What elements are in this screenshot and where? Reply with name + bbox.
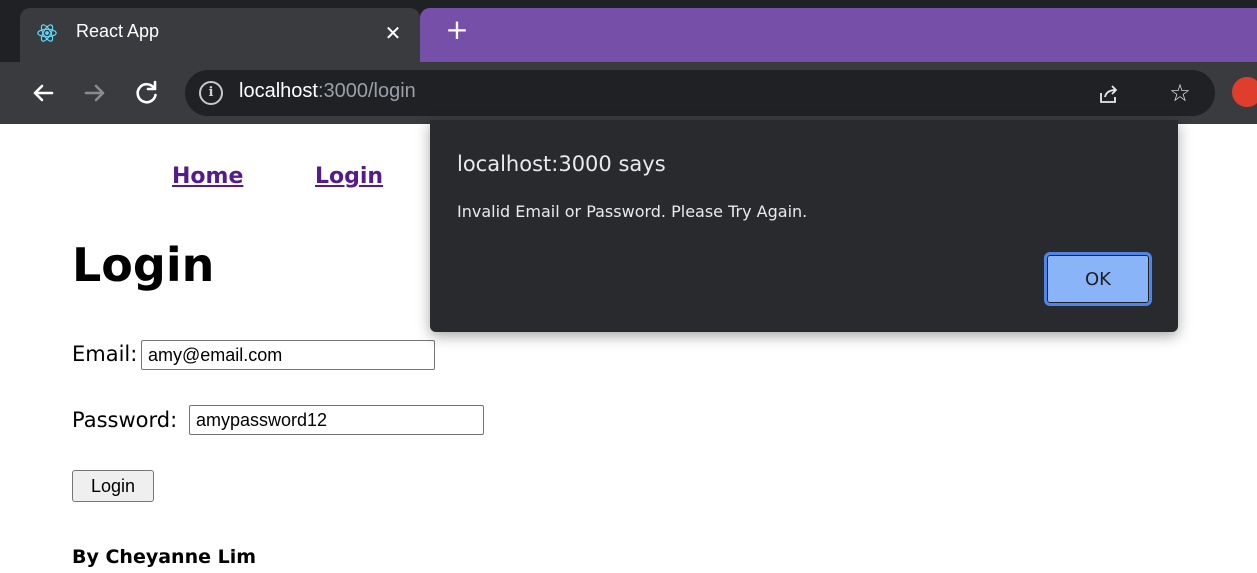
dialog-title: localhost:3000 says bbox=[457, 152, 666, 176]
arrow-right-icon bbox=[84, 84, 105, 102]
dialog-message: Invalid Email or Password. Please Try Ag… bbox=[457, 202, 808, 221]
password-label: Password: bbox=[72, 408, 178, 432]
alert-dialog: localhost:3000 says Invalid Email or Pas… bbox=[430, 120, 1178, 332]
page-title: Login bbox=[72, 238, 215, 292]
reload-button[interactable] bbox=[132, 78, 162, 108]
email-label: Email: bbox=[72, 342, 138, 366]
arrow-left-icon bbox=[33, 84, 54, 102]
tab-strip-accent bbox=[420, 8, 1257, 62]
share-icon[interactable] bbox=[1097, 82, 1121, 106]
nav-link-home[interactable]: Home bbox=[172, 164, 243, 189]
extension-icon[interactable] bbox=[1232, 77, 1257, 107]
url-path: :3000/login bbox=[317, 80, 416, 102]
tab-strip: React App ✕ + bbox=[0, 0, 1257, 62]
email-field[interactable] bbox=[141, 340, 435, 370]
site-info-icon[interactable]: i bbox=[199, 81, 223, 105]
nav-link-login[interactable]: Login bbox=[315, 164, 383, 189]
ok-button[interactable]: OK bbox=[1044, 252, 1152, 306]
forward-button[interactable] bbox=[80, 78, 110, 108]
reload-icon bbox=[136, 80, 157, 104]
browser-tab[interactable]: React App ✕ bbox=[20, 8, 420, 62]
back-button[interactable] bbox=[28, 78, 58, 108]
close-tab-icon[interactable]: ✕ bbox=[382, 22, 404, 44]
bookmark-star-icon[interactable]: ☆ bbox=[1167, 80, 1193, 106]
author-byline: By Cheyanne Lim bbox=[72, 546, 257, 568]
new-tab-button[interactable]: + bbox=[443, 16, 471, 44]
url-host: localhost bbox=[239, 80, 318, 102]
browser-toolbar: i localhost:3000/login ☆ bbox=[0, 62, 1257, 124]
address-bar[interactable]: i localhost:3000/login ☆ bbox=[185, 70, 1215, 116]
tab-title: React App bbox=[76, 21, 160, 41]
react-logo-icon bbox=[37, 24, 57, 42]
login-button[interactable]: Login bbox=[72, 470, 154, 502]
password-field[interactable] bbox=[189, 405, 484, 435]
url-text: localhost:3000/login bbox=[239, 80, 416, 103]
